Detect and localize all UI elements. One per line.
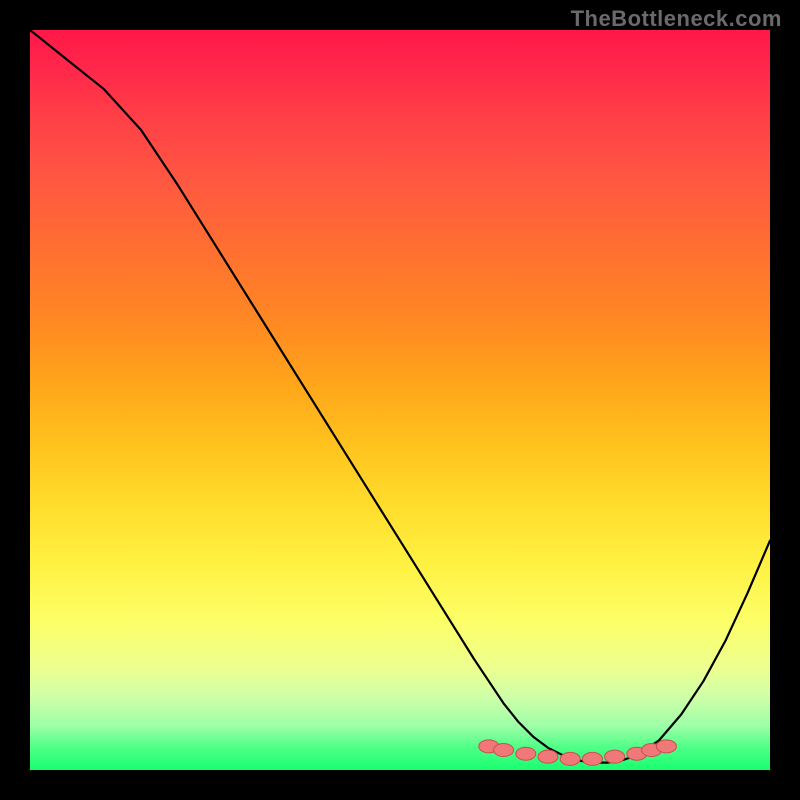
optimal-dot bbox=[516, 747, 536, 760]
optimal-dot bbox=[656, 740, 676, 753]
optimal-dot bbox=[560, 752, 580, 765]
optimal-dot bbox=[494, 744, 514, 757]
optimal-dot bbox=[582, 752, 602, 765]
curve-layer bbox=[30, 30, 770, 770]
optimal-dot bbox=[605, 750, 625, 763]
bottleneck-curve bbox=[30, 30, 770, 763]
chart-frame: TheBottleneck.com bbox=[0, 0, 800, 800]
watermark-text: TheBottleneck.com bbox=[571, 6, 782, 32]
optimal-dot bbox=[538, 750, 558, 763]
plot-area bbox=[30, 30, 770, 770]
